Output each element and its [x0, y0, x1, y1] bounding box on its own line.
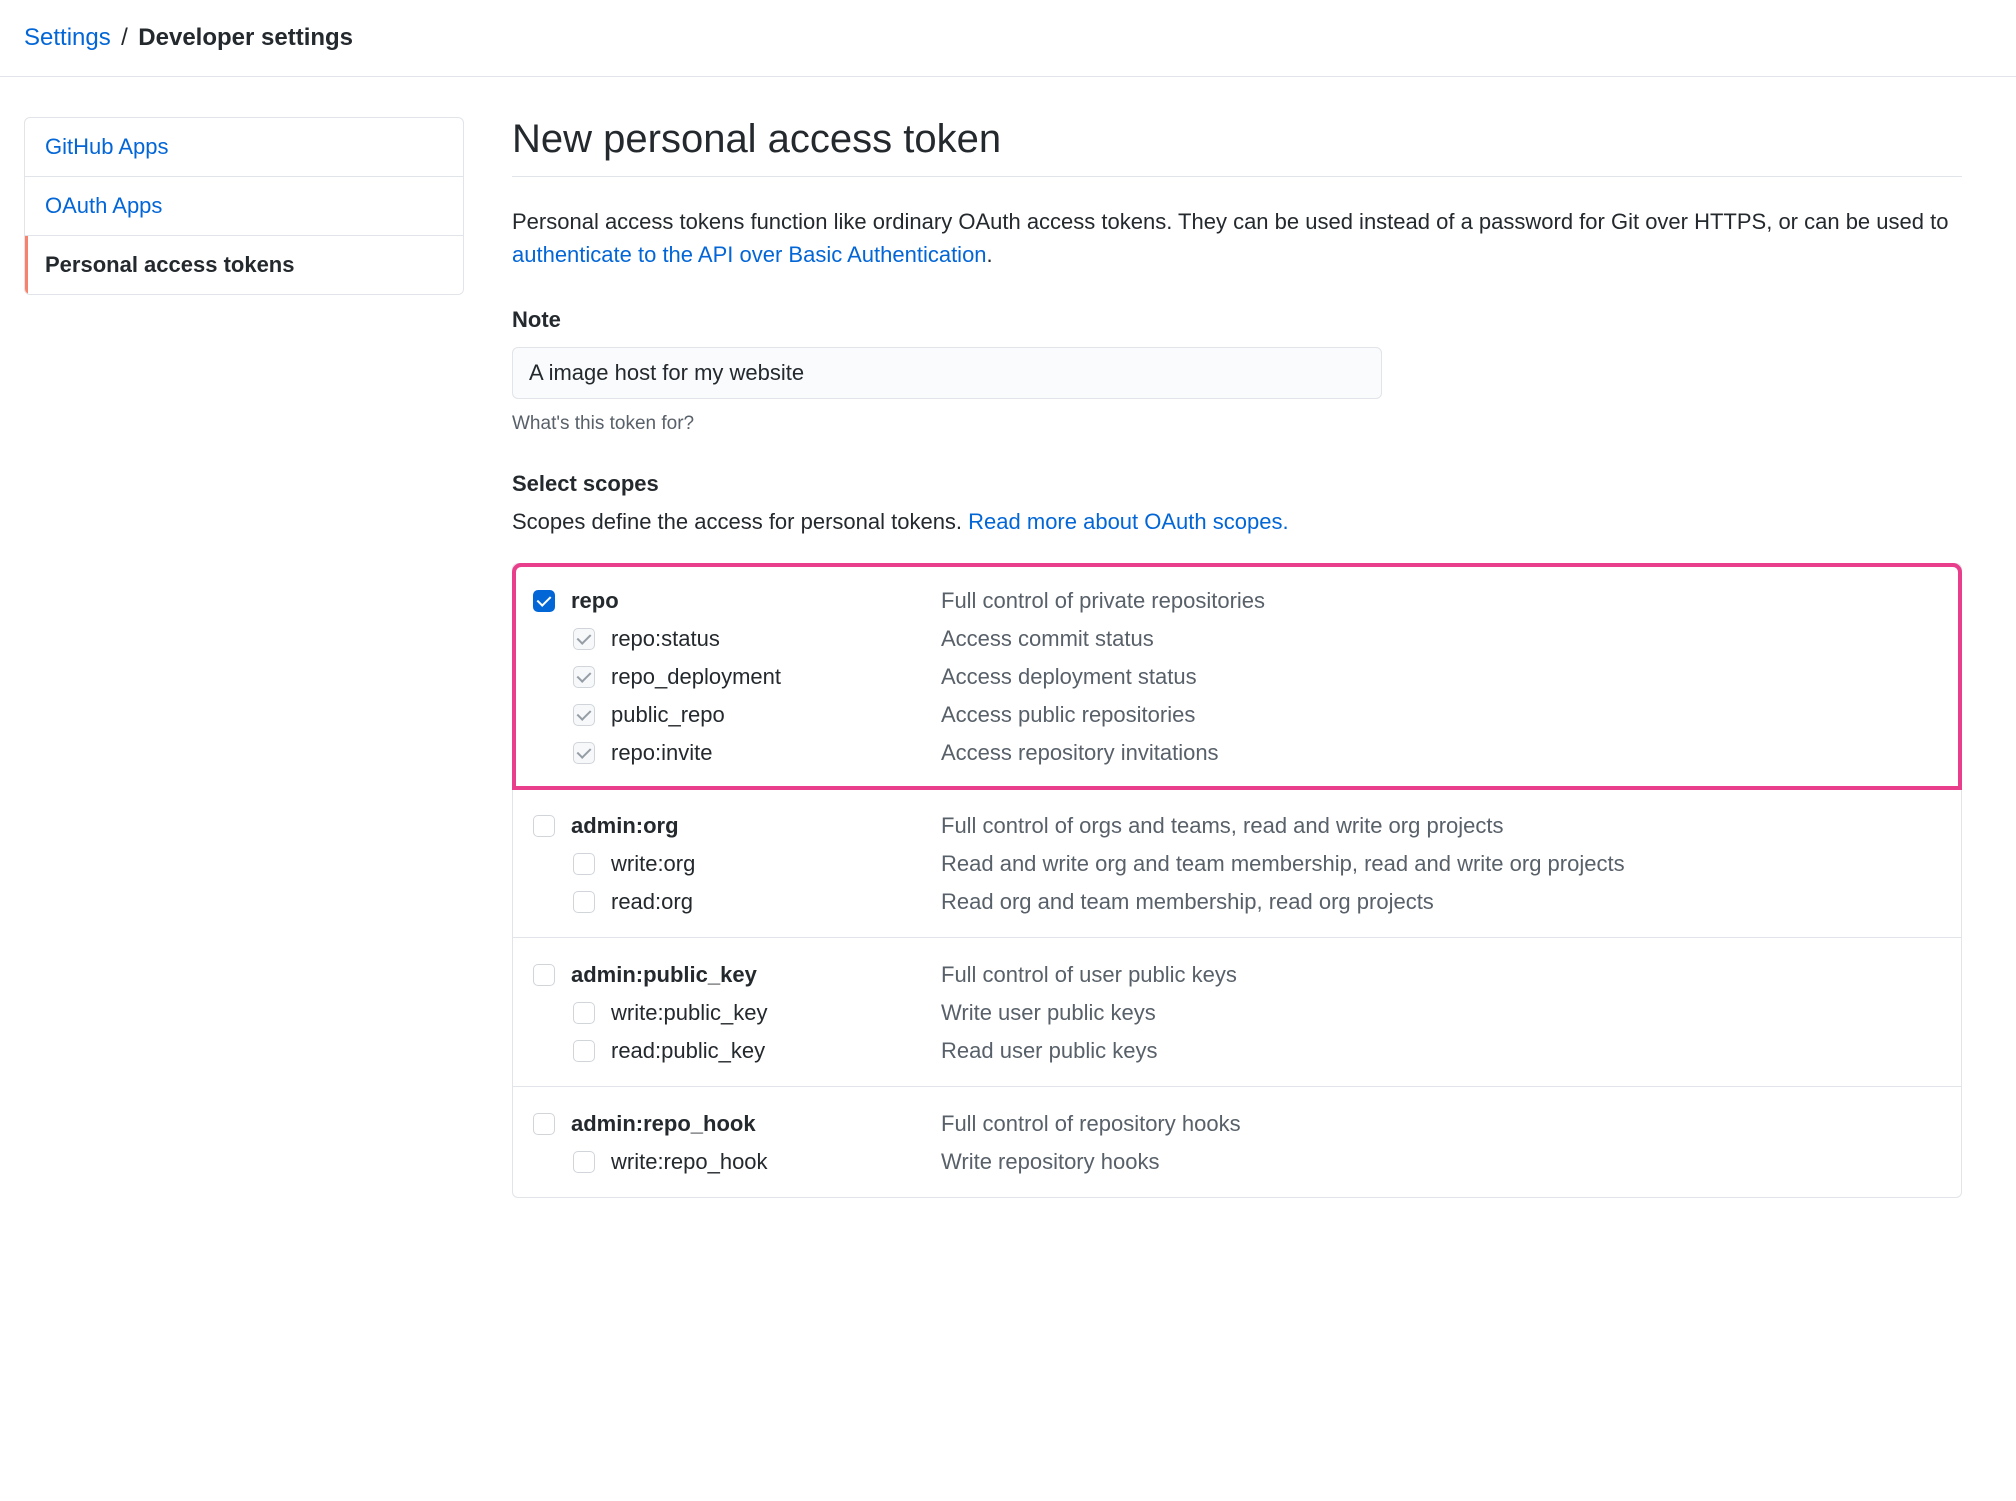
scope-description: Write repository hooks [941, 1149, 1159, 1175]
scope-label: admin:public_key [571, 962, 757, 987]
scope-description: Read org and team membership, read org p… [941, 889, 1434, 915]
note-hint: What's this token for? [512, 413, 1962, 435]
scope-label: admin:org [571, 813, 679, 838]
scope-row-child: repo_deployment Access deployment status [533, 658, 1941, 696]
scopes-intro: Scopes define the access for personal to… [512, 509, 1962, 535]
scope-row-parent: admin:public_key Full control of user pub… [533, 956, 1941, 994]
scope-row-child: write:org Read and write org and team mem… [533, 845, 1941, 883]
scope-label: repo_deployment [611, 664, 781, 689]
main-content: New personal access token Personal acces… [512, 117, 1962, 1198]
scope-checkbox[interactable] [573, 1040, 595, 1062]
scope-label: repo:status [611, 626, 720, 651]
intro-auth-link[interactable]: authenticate to the API over Basic Authe… [512, 242, 987, 267]
scope-row-child: write:repo_hook Write repository hooks [533, 1143, 1941, 1181]
scope-row-parent: repo Full control of private repositories [533, 582, 1941, 620]
page-title: New personal access token [512, 117, 1962, 177]
sidebar: GitHub Apps OAuth Apps Personal access t… [24, 117, 464, 1198]
sidebar-item-oauth-apps[interactable]: OAuth Apps [25, 177, 463, 236]
scope-checkbox[interactable] [533, 590, 555, 612]
scope-description: Access public repositories [941, 702, 1195, 728]
scope-label: repo:invite [611, 740, 713, 765]
scope-group: repo Full control of private repositories… [513, 564, 1961, 789]
scope-row-child: repo:invite Access repository invitations [533, 734, 1941, 772]
scopes-heading: Select scopes [512, 471, 1962, 497]
side-nav: GitHub Apps OAuth Apps Personal access t… [24, 117, 464, 295]
scope-checkbox[interactable] [533, 964, 555, 986]
scope-label: write:public_key [611, 1000, 768, 1025]
scope-checkbox[interactable] [533, 1113, 555, 1135]
scope-description: Full control of orgs and teams, read and… [941, 813, 1504, 839]
scope-label: write:org [611, 851, 695, 876]
scope-label: read:public_key [611, 1038, 765, 1063]
scope-row-child: write:public_key Write user public keys [533, 994, 1941, 1032]
scope-label: read:org [611, 889, 693, 914]
scope-description: Full control of user public keys [941, 962, 1237, 988]
note-label: Note [512, 307, 1962, 333]
scope-checkbox[interactable] [573, 1002, 595, 1024]
scope-description: Full control of repository hooks [941, 1111, 1241, 1137]
scope-group: admin:org Full control of orgs and teams,… [513, 789, 1961, 938]
scope-label: write:repo_hook [611, 1149, 768, 1174]
intro-before: Personal access tokens function like ord… [512, 209, 1948, 234]
scope-label: admin:repo_hook [571, 1111, 756, 1136]
scope-description: Access commit status [941, 626, 1154, 652]
sidebar-item-personal-access-tokens[interactable]: Personal access tokens [25, 236, 463, 294]
scope-label: repo [571, 588, 619, 613]
scope-checkbox [573, 666, 595, 688]
scope-description: Write user public keys [941, 1000, 1156, 1026]
note-input[interactable] [512, 347, 1382, 399]
breadcrumb-separator: / [121, 24, 128, 51]
breadcrumb-current: Developer settings [138, 24, 353, 51]
scope-group: admin:public_key Full control of user pub… [513, 938, 1961, 1087]
scope-row-child: read:org Read org and team membership, re… [533, 883, 1941, 921]
scopes-intro-link[interactable]: Read more about OAuth scopes. [968, 509, 1288, 534]
intro-text: Personal access tokens function like ord… [512, 205, 1962, 271]
scope-description: Full control of private repositories [941, 588, 1265, 614]
scope-checkbox [573, 742, 595, 764]
scope-description: Access deployment status [941, 664, 1197, 690]
scope-checkbox[interactable] [573, 1151, 595, 1173]
scope-description: Read and write org and team membership, … [941, 851, 1625, 877]
sidebar-item-github-apps[interactable]: GitHub Apps [25, 118, 463, 177]
scope-checkbox[interactable] [573, 891, 595, 913]
scopes-intro-before: Scopes define the access for personal to… [512, 509, 968, 534]
scope-group: admin:repo_hook Full control of repositor… [513, 1087, 1961, 1197]
scope-row-parent: admin:repo_hook Full control of repositor… [533, 1105, 1941, 1143]
scope-row-child: public_repo Access public repositories [533, 696, 1941, 734]
scope-checkbox [573, 704, 595, 726]
breadcrumb: Settings / Developer settings [0, 0, 2016, 77]
scope-description: Access repository invitations [941, 740, 1219, 766]
scope-checkbox [573, 628, 595, 650]
scopes-box: repo Full control of private repositories… [512, 563, 1962, 1198]
breadcrumb-settings-link[interactable]: Settings [24, 24, 111, 51]
scope-description: Read user public keys [941, 1038, 1157, 1064]
scope-row-child: repo:status Access commit status [533, 620, 1941, 658]
scope-checkbox[interactable] [533, 815, 555, 837]
scope-label: public_repo [611, 702, 725, 727]
scope-row-parent: admin:org Full control of orgs and teams,… [533, 807, 1941, 845]
scope-checkbox[interactable] [573, 853, 595, 875]
scope-row-child: read:public_key Read user public keys [533, 1032, 1941, 1070]
intro-after: . [987, 242, 993, 267]
